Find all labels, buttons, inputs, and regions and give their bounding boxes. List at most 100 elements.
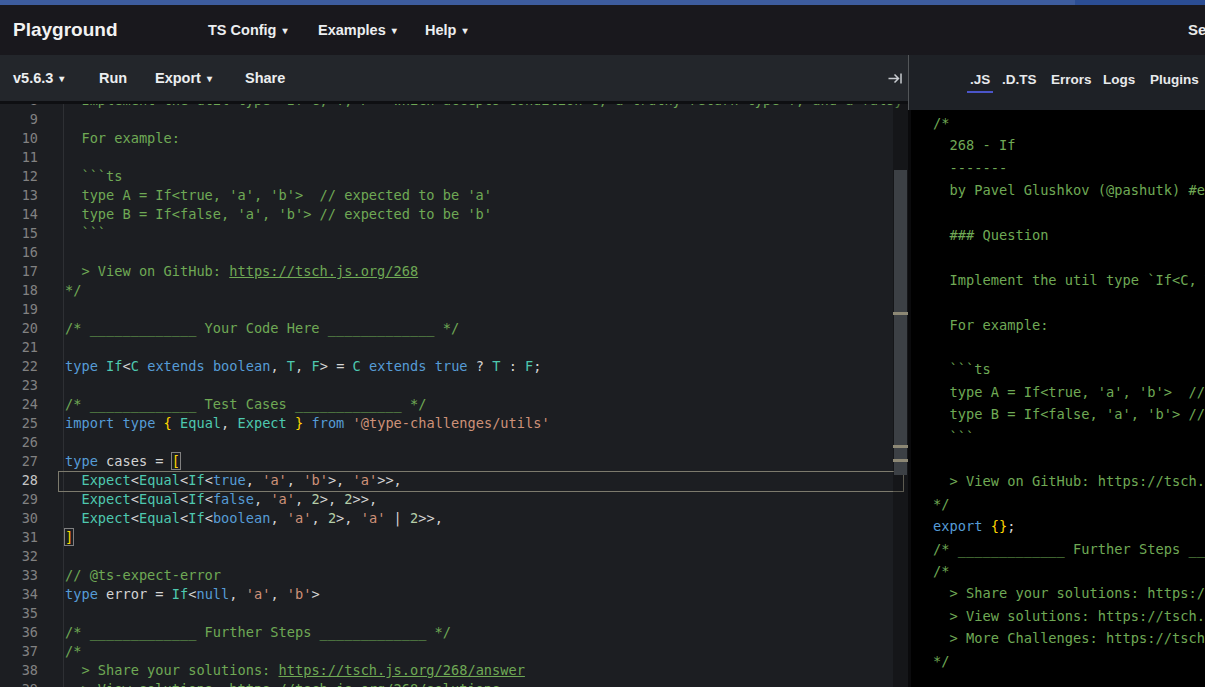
code-text: type If<C extends boolean, T, F> = C ext… xyxy=(65,357,542,376)
editor-line-33[interactable]: 33// @ts-expect-error xyxy=(0,566,908,585)
editor-line-20[interactable]: 20/* _____________ Your Code Here ______… xyxy=(0,319,908,338)
code-text: type A = If<true, 'a', 'b'> // expected … xyxy=(65,186,492,205)
playground-title: Playground xyxy=(13,5,118,55)
editor-line-17[interactable]: 17 > View on GitHub: https://tsch.js.org… xyxy=(0,262,908,281)
tab-errors[interactable]: Errors xyxy=(1051,55,1092,105)
editor-line-32[interactable]: 32 xyxy=(0,547,908,566)
line-number: 11 xyxy=(0,148,38,167)
editor-line-18[interactable]: 18 */ xyxy=(0,281,908,300)
editor-line-39[interactable]: 39 > View solutions: https://tsch.js.org… xyxy=(0,680,908,687)
editor-line-27[interactable]: 27type cases = [ xyxy=(0,452,908,471)
output-line: /* xyxy=(933,112,949,135)
line-number: 10 xyxy=(0,129,38,148)
editor-line-38[interactable]: 38 > Share your solutions: https://tsch.… xyxy=(0,661,908,680)
line-number: 16 xyxy=(0,243,38,262)
export-menu[interactable]: Export▾ xyxy=(155,55,212,101)
editor-line-29[interactable]: 29 Expect<Equal<If<false, 'a', 2>, 2>>, xyxy=(0,490,908,509)
code-text: // @ts-expect-error xyxy=(65,566,221,585)
code-editor[interactable]: 8 Implement the util type `If<C, T, F>` … xyxy=(0,104,908,687)
share-button[interactable]: Share xyxy=(245,55,285,101)
editor-line-22[interactable]: 22 type If<C extends boolean, T, F> = C e… xyxy=(0,357,908,376)
editor-line-19[interactable]: 19 xyxy=(0,300,908,319)
line-number: 25 xyxy=(0,414,38,433)
editor-line-23[interactable]: 23 xyxy=(0,376,908,395)
editor-line-9[interactable]: 9 xyxy=(0,110,908,129)
line-number: 24 xyxy=(0,395,38,414)
editor-line-28[interactable]: 28 Expect<Equal<If<true, 'a', 'b'>, 'a'>… xyxy=(0,471,908,490)
editor-line-25[interactable]: 25import type { Equal, Expect } from '@t… xyxy=(0,414,908,433)
editor-line-36[interactable]: 36/* _____________ Further Steps _______… xyxy=(0,623,908,642)
code-text: > Share your solutions: https://tsch.js.… xyxy=(65,661,525,680)
scrollbar-thumb[interactable] xyxy=(894,170,907,475)
output-line: */ xyxy=(933,493,949,516)
focus-editor-icon[interactable] xyxy=(887,71,905,90)
overview-ruler-mark xyxy=(893,312,908,315)
tab-js[interactable]: .JS xyxy=(970,55,990,105)
sidebar-tabbar: .JS .D.TS Errors Logs Plugins xyxy=(908,55,1205,110)
editor-line-16[interactable]: 16 xyxy=(0,243,908,262)
output-line: > View solutions: https://tsch.js.org/26… xyxy=(933,605,1205,628)
output-line: export {}; xyxy=(933,515,1015,538)
line-number: 34 xyxy=(0,585,38,604)
tab-logs[interactable]: Logs xyxy=(1103,55,1135,105)
line-number: 26 xyxy=(0,433,38,452)
editor-line-26[interactable]: 26 xyxy=(0,433,908,452)
line-number: 38 xyxy=(0,661,38,680)
output-line: by Pavel Glushkov (@pashutk) #easy #util… xyxy=(933,179,1205,202)
search-label[interactable]: Se xyxy=(1188,5,1205,55)
editor-line-31[interactable]: 31] xyxy=(0,528,908,547)
line-number: 21 xyxy=(0,338,38,357)
output-line: type B = If<false, 'a', 'b'> // expected… xyxy=(933,403,1205,426)
overview-ruler-mark xyxy=(893,445,908,448)
version-select[interactable]: v5.6.3▾ xyxy=(13,55,64,101)
output-line: > Share your solutions: https://tsch.js.… xyxy=(933,582,1205,605)
tabbar-divider xyxy=(908,55,909,110)
code-text: Expect<Equal<If<boolean, 'a', 2>, 'a' | … xyxy=(65,509,443,528)
code-text: ] xyxy=(65,528,73,547)
line-number: 35 xyxy=(0,604,38,623)
chevron-down-icon: ▾ xyxy=(392,25,397,36)
line-number: 13 xyxy=(0,186,38,205)
menu-ts-config[interactable]: TS Config▾ xyxy=(208,5,288,55)
editor-line-21[interactable]: 21 xyxy=(0,338,908,357)
output-line: > View on GitHub: https://tsch.js.org/26… xyxy=(933,470,1205,493)
code-text: > View solutions: https://tsch.js.org/26… xyxy=(65,680,500,687)
editor-line-11[interactable]: 11 xyxy=(0,148,908,167)
code-text: */ xyxy=(65,281,81,300)
run-button[interactable]: Run xyxy=(99,55,127,101)
code-text: ```ts xyxy=(65,167,123,186)
editor-line-37[interactable]: 37/* xyxy=(0,642,908,661)
output-panel: /* 268 - If ------- by Pavel Glushkov (@… xyxy=(911,110,1205,687)
chevron-down-icon: ▾ xyxy=(59,73,64,84)
editor-scrollbar[interactable] xyxy=(893,104,908,687)
line-number: 31 xyxy=(0,528,38,547)
menu-examples[interactable]: Examples▾ xyxy=(318,5,397,55)
tab-dts[interactable]: .D.TS xyxy=(1002,55,1037,105)
output-line: ```ts xyxy=(933,358,991,381)
line-number: 9 xyxy=(0,110,38,129)
editor-line-13[interactable]: 13 type A = If<true, 'a', 'b'> // expect… xyxy=(0,186,908,205)
code-text: For example: xyxy=(65,129,180,148)
code-text: type error = If<null, 'a', 'b'> xyxy=(65,585,320,604)
site-header: Playground TS Config▾ Examples▾ Help▾ Se xyxy=(0,5,1205,55)
editor-line-24[interactable]: 24/* _____________ Test Cases __________… xyxy=(0,395,908,414)
editor-line-14[interactable]: 14 type B = If<false, 'a', 'b'> // expec… xyxy=(0,205,908,224)
code-text: /* _____________ Your Code Here ________… xyxy=(65,319,459,338)
tab-plugins[interactable]: Plugins xyxy=(1150,55,1199,105)
editor-line-34[interactable]: 34 type error = If<null, 'a', 'b'> xyxy=(0,585,908,604)
menu-help[interactable]: Help▾ xyxy=(425,5,467,55)
line-number: 36 xyxy=(0,623,38,642)
editor-line-15[interactable]: 15 ``` xyxy=(0,224,908,243)
editor-line-10[interactable]: 10 For example: xyxy=(0,129,908,148)
line-number: 18 xyxy=(0,281,38,300)
editor-line-12[interactable]: 12 ```ts xyxy=(0,167,908,186)
code-text: ``` xyxy=(65,224,106,243)
editor-line-35[interactable]: 35 xyxy=(0,604,908,623)
line-number: 39 xyxy=(0,680,38,687)
chevron-down-icon: ▾ xyxy=(207,73,212,84)
editor-line-30[interactable]: 30 Expect<Equal<If<boolean, 'a', 2>, 'a'… xyxy=(0,509,908,528)
line-number: 17 xyxy=(0,262,38,281)
output-line: */ xyxy=(933,650,949,673)
output-line: ``` xyxy=(933,426,974,449)
line-number: 22 xyxy=(0,357,38,376)
